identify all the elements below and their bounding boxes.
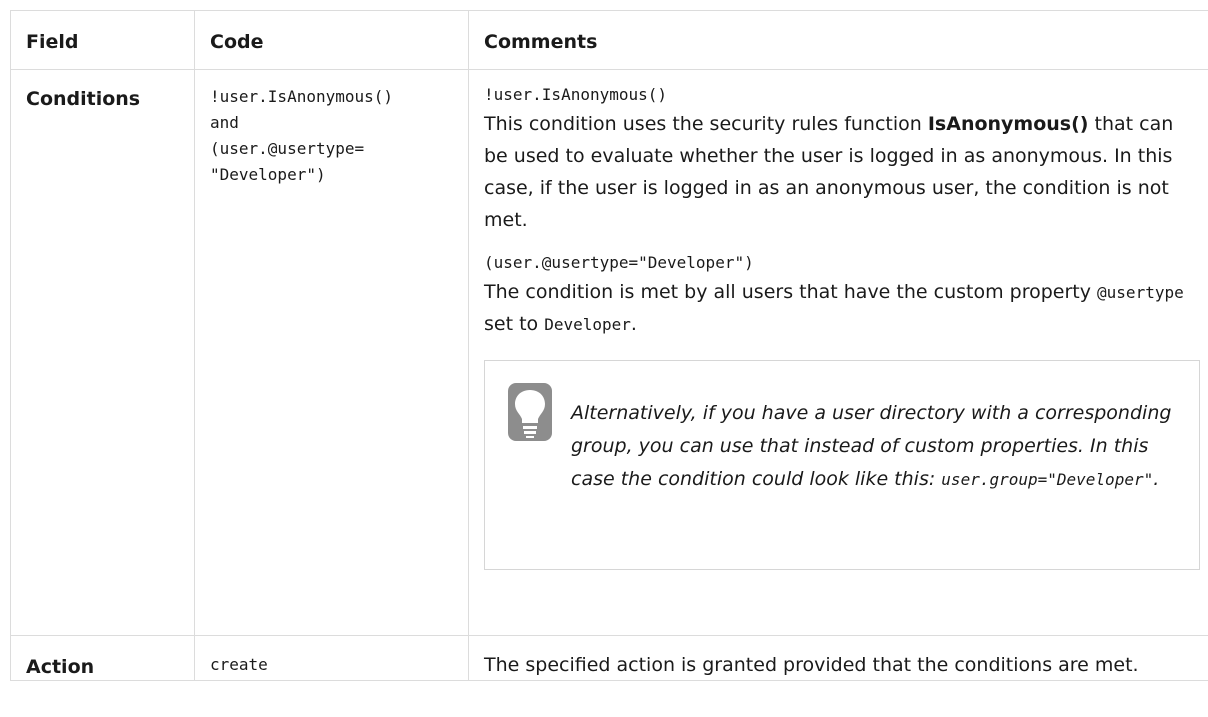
table-row: Conditions !user.IsAnonymous() and (user… bbox=[10, 69, 1208, 636]
rules-table: Field Code Comments Conditions !user.IsA… bbox=[10, 10, 1208, 681]
tip-inline-code: user.group="Developer" bbox=[941, 470, 1154, 489]
action-comment-text: The specified action is granted provided… bbox=[484, 654, 1139, 676]
tip-text: Alternatively, if you have a user direct… bbox=[571, 397, 1179, 496]
comment-text: set to bbox=[484, 313, 545, 335]
conditions-comments-cell: !user.IsAnonymous() This condition uses … bbox=[468, 69, 1208, 636]
comment-paragraph-isanonymous: This condition uses the security rules f… bbox=[484, 108, 1208, 236]
tip-text-end: . bbox=[1153, 468, 1160, 490]
conditions-code-cell: !user.IsAnonymous() and (user.@usertype=… bbox=[194, 69, 469, 636]
comment-text: The condition is met by all users that h… bbox=[484, 281, 1098, 303]
header-code: Code bbox=[194, 10, 469, 70]
header-field: Field bbox=[10, 10, 195, 70]
inline-code-usertype: @usertype bbox=[1097, 283, 1184, 302]
table-row: Action create The specified action is gr… bbox=[10, 635, 1208, 681]
comment-text: This condition uses the security rules f… bbox=[484, 113, 928, 135]
comment-text: . bbox=[630, 313, 637, 335]
comment-paragraph-usertype: The condition is met by all users that h… bbox=[484, 276, 1208, 340]
inline-code-developer: Developer bbox=[544, 315, 631, 334]
field-label: Conditions bbox=[26, 88, 141, 110]
comment-code-isanonymous: !user.IsAnonymous() bbox=[484, 85, 668, 104]
tip-note-box: Alternatively, if you have a user direct… bbox=[484, 360, 1200, 570]
action-comments-cell: The specified action is granted provided… bbox=[468, 635, 1208, 681]
action-field-cell: Action bbox=[10, 635, 195, 681]
lightbulb-icon bbox=[508, 383, 552, 441]
table-header-row: Field Code Comments bbox=[10, 10, 1208, 70]
comment-code-usertype: (user.@usertype="Developer") bbox=[484, 253, 754, 272]
action-code: create bbox=[210, 655, 268, 674]
function-name: IsAnonymous() bbox=[927, 113, 1089, 135]
conditions-field-cell: Conditions bbox=[10, 69, 195, 636]
header-comments: Comments bbox=[468, 10, 1208, 70]
action-code-cell: create bbox=[194, 635, 469, 681]
conditions-code: !user.IsAnonymous() and (user.@usertype=… bbox=[210, 87, 394, 184]
field-label: Action bbox=[26, 656, 95, 678]
